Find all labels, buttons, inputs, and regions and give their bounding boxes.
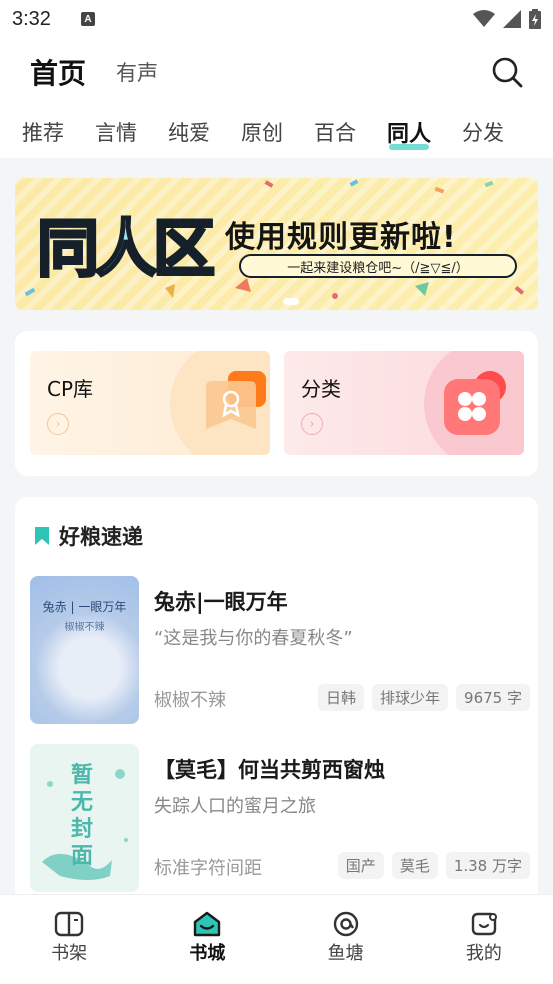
chevron-right-icon: › xyxy=(47,413,69,435)
tab-romance[interactable]: 言情 xyxy=(95,117,137,147)
category-tabs: 推荐 言情 纯爱 原创 百合 同人 分发 xyxy=(0,106,553,158)
nav-bookshelf[interactable]: 书架 xyxy=(0,895,138,978)
tab-distribute[interactable]: 分发 xyxy=(462,117,504,147)
cover-title: 暂无封面 xyxy=(70,763,93,869)
home-indicator-bar xyxy=(0,978,553,984)
book-author: 椒椒不辣 xyxy=(154,690,226,711)
cp-library-label: CP库 xyxy=(47,377,94,401)
bookmark-icon xyxy=(35,527,49,545)
cp-library-icon xyxy=(206,371,266,429)
category-icon xyxy=(444,371,506,435)
tag-fandom: 莫毛 xyxy=(391,852,438,879)
promo-banner[interactable]: 同人区 使用规则更新啦! 一起来建设粮仓吧~（/≧▽≦/） xyxy=(15,178,538,310)
category-label: 分类 xyxy=(301,377,341,401)
book-card[interactable]: 兔赤 | 一眼万年 椒椒不辣 兔赤|一眼万年 “这是我与你的春夏秋冬” 椒椒不辣… xyxy=(30,576,530,724)
banner-subline: 一起来建设粮仓吧~（/≧▽≦/） xyxy=(239,254,517,278)
section-title: 好粮速递 xyxy=(59,525,143,549)
nav-me[interactable]: 我的 xyxy=(415,895,553,978)
signal-icon xyxy=(503,10,521,28)
notification-icon: A xyxy=(80,12,95,26)
tab-recommend[interactable]: 推荐 xyxy=(22,117,64,147)
fishpond-icon xyxy=(333,911,358,937)
book-cover: 暂无封面 xyxy=(30,744,139,892)
tab-bl[interactable]: 纯爱 xyxy=(168,117,210,147)
section-header: 好粮速递 xyxy=(35,521,143,551)
book-author: 标准字符间距 xyxy=(154,858,262,879)
wifi-icon xyxy=(473,10,495,27)
banner-logo-text: 同人区 xyxy=(35,211,216,287)
book-description: 失踪人口的蜜月之旅 xyxy=(154,796,316,817)
status-icons xyxy=(473,9,541,29)
book-cover: 兔赤 | 一眼万年 椒椒不辣 xyxy=(30,576,139,724)
book-tags: 国产 莫毛 1.38 万字 xyxy=(337,852,530,879)
tab-fanfic[interactable]: 同人 xyxy=(387,116,431,150)
cover-author: 椒椒不辣 xyxy=(64,622,105,633)
cover-title: 兔赤 | 一眼万年 xyxy=(42,600,127,614)
status-time: 3:32 xyxy=(12,7,51,30)
profile-icon xyxy=(471,912,497,936)
recommend-section: 好粮速递 兔赤 | 一眼万年 椒椒不辣 兔赤|一眼万年 “这是我与你的春夏秋冬”… xyxy=(15,497,538,917)
chevron-right-icon: › xyxy=(301,413,323,435)
bottom-nav: 书架 书城 鱼塘 我的 xyxy=(0,894,553,978)
book-title: 兔赤|一眼万年 xyxy=(154,590,288,614)
nav-label: 我的 xyxy=(465,943,502,964)
banner-headline: 使用规则更新啦! xyxy=(225,220,457,255)
book-card[interactable]: 暂无封面 【莫毛】何当共剪西窗烛 失踪人口的蜜月之旅 标准字符间距 国产 莫毛 … xyxy=(30,744,530,892)
audio-tab[interactable]: 有声 xyxy=(116,57,158,87)
nav-bookstore[interactable]: 书城 xyxy=(138,895,276,978)
carousel-indicator xyxy=(283,298,299,305)
book-description: “这是我与你的春夏秋冬” xyxy=(154,628,353,649)
tag-region: 国产 xyxy=(337,852,384,879)
nav-label: 书城 xyxy=(189,943,226,964)
bookstore-icon xyxy=(194,911,221,937)
page-title[interactable]: 首页 xyxy=(30,52,86,92)
category-entry[interactable]: 分类 › xyxy=(284,351,524,455)
app-header: 首页 有声 xyxy=(0,38,553,106)
book-tags: 日韩 排球少年 9675 字 xyxy=(318,684,530,711)
battery-icon xyxy=(529,9,541,29)
cp-library-entry[interactable]: CP库 › xyxy=(30,351,270,455)
entries-card: CP库 › 分类 › xyxy=(15,331,538,476)
tag-fandom: 排球少年 xyxy=(372,684,449,711)
bookshelf-icon xyxy=(54,911,84,937)
nav-fishpond[interactable]: 鱼塘 xyxy=(277,895,415,978)
tag-region: 日韩 xyxy=(318,684,365,711)
tag-word-count: 9675 字 xyxy=(456,684,530,711)
nav-label: 书架 xyxy=(51,943,88,964)
tag-word-count: 1.38 万字 xyxy=(445,852,530,879)
tab-original[interactable]: 原创 xyxy=(241,117,283,147)
nav-label: 鱼塘 xyxy=(327,943,364,964)
search-icon[interactable] xyxy=(491,56,523,88)
book-title: 【莫毛】何当共剪西窗烛 xyxy=(154,758,385,782)
status-bar: 3:32 A xyxy=(0,0,553,38)
tab-gl[interactable]: 百合 xyxy=(314,117,356,147)
